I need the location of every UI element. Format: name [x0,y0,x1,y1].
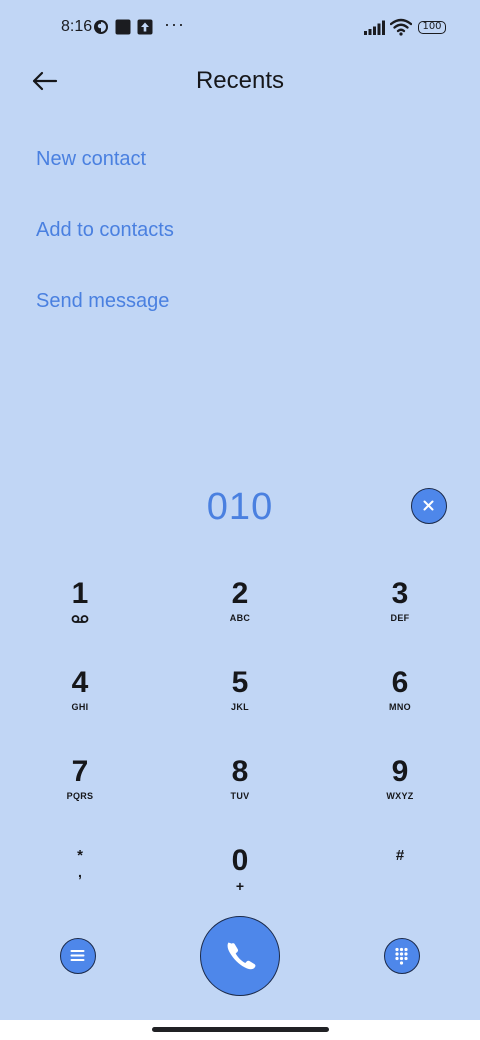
new-contact-action[interactable]: New contact [36,148,146,171]
key-digit: 0 [231,844,249,877]
home-indicator[interactable] [152,1027,329,1032]
key-digit: 3 [391,577,409,610]
key-digit: 9 [391,755,409,788]
key-letters: , [78,864,82,880]
key-5[interactable]: 5 JKL [180,666,300,746]
key-3[interactable]: 3 DEF [340,577,460,657]
dialpad-button[interactable] [384,938,420,974]
key-star[interactable]: * , [20,848,140,928]
key-6[interactable]: 6 MNO [340,666,460,746]
signal-icon [364,20,385,35]
key-digit: 1 [71,577,89,610]
key-1[interactable]: 1 [20,577,140,657]
page-title: Recents [195,67,285,94]
app-notification-icon [94,20,108,34]
key-digit: 5 [231,666,249,699]
dialed-number: 010 [206,486,274,528]
menu-icon [70,950,85,961]
key-letters: TUV [230,791,250,801]
key-letters: WXYZ [386,791,414,801]
key-letters: JKL [231,702,249,712]
key-letters: DEF [390,613,410,623]
key-digit: 2 [231,577,249,610]
key-digit: 7 [71,755,89,788]
key-digit: * [77,847,83,864]
upload-notification-icon [137,19,153,35]
menu-button[interactable] [60,938,96,974]
square-notification-icon [115,19,131,35]
key-digit: 8 [231,755,249,788]
key-4[interactable]: 4 GHI [20,666,140,746]
dialer-screen: 8:16 ··· 100 Recents New contact Add to … [0,0,480,1020]
call-button[interactable] [200,916,280,996]
key-letters: ABC [229,613,251,623]
key-9[interactable]: 9 WXYZ [340,755,460,835]
key-2[interactable]: 2 ABC [180,577,300,657]
send-message-action[interactable]: Send message [36,290,169,313]
key-digit: 4 [71,666,89,699]
key-digit: # [395,847,405,864]
voicemail-icon [71,615,89,623]
key-0[interactable]: 0 + [180,844,300,924]
key-digit: 6 [391,666,409,699]
battery-icon: 100 [418,21,446,34]
key-letters: + [235,878,245,894]
clear-button[interactable] [411,488,447,524]
more-notifications-icon: ··· [164,14,185,34]
key-8[interactable]: 8 TUV [180,755,300,835]
key-letters: GHI [71,702,89,712]
key-7[interactable]: 7 PQRS [20,755,140,835]
add-to-contacts-action[interactable]: Add to contacts [36,219,174,242]
close-icon [423,500,434,511]
status-time: 8:16 [61,18,93,35]
wifi-icon [390,18,412,36]
key-hash[interactable]: # [340,848,460,928]
dialpad-icon [395,947,408,965]
phone-icon [227,942,256,970]
status-bar: 8:16 ··· 100 [0,0,480,56]
key-letters: MNO [389,702,411,712]
key-letters: PQRS [66,791,94,801]
